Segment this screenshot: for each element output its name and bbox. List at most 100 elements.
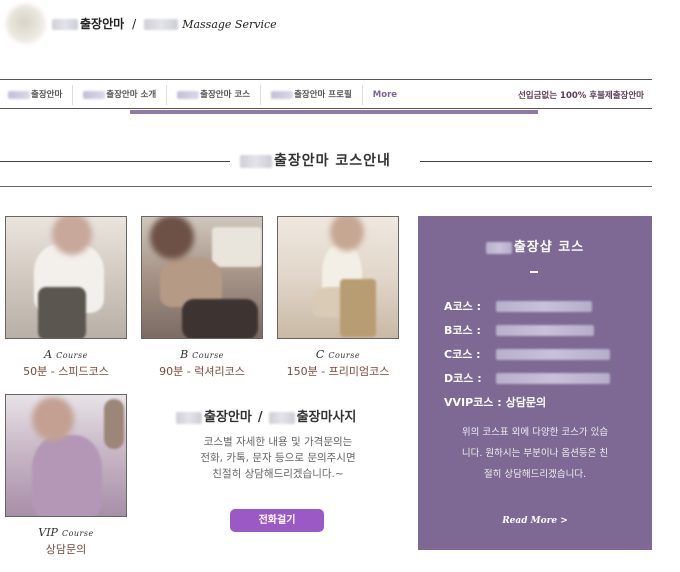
nav-top-divider [0, 79, 652, 80]
brand-title: 출장안마 / Massage Service [52, 15, 277, 32]
panel-row-a: A코스 : [444, 294, 610, 318]
nav-item-more[interactable]: More [363, 85, 407, 105]
course-card-vip[interactable]: VIP Course 상담문의 [5, 394, 127, 557]
panel-row-c: C코스 : [444, 342, 610, 366]
panel-dash [530, 271, 538, 273]
course-name: 150분 - 프리미엄코스 [286, 365, 390, 378]
course-card-b[interactable]: B Course 90분 - 럭셔리코스 [141, 216, 263, 379]
figure-shape [32, 435, 102, 516]
course-name: 상담문의 [45, 543, 87, 556]
course-letter: A [44, 348, 53, 361]
section-divider-bottom [0, 186, 652, 187]
nav-bottom-divider [0, 108, 652, 109]
course-card-c[interactable]: C Course 150분 - 프리미엄코스 [277, 216, 399, 379]
course-c-photo[interactable] [277, 216, 399, 339]
course-letter: C [315, 348, 325, 361]
course-panel: 출장샵 코스 A코스 : B코스 : C코스 : D코스 : VVIP코스 :상… [418, 216, 652, 550]
nav-item-profile[interactable]: 출장안마 프로필 [261, 85, 363, 105]
read-more-link[interactable]: Read More > [418, 516, 652, 526]
blurred-text [83, 90, 106, 99]
course-word: Course [56, 351, 88, 360]
figure-shape [212, 227, 262, 267]
nav-item-label: 출장안마 [31, 90, 63, 100]
figure-shape [104, 399, 124, 449]
course-name: 90분 - 럭셔리코스 [159, 365, 245, 378]
blurred-value [496, 300, 592, 312]
blurred-face [32, 397, 74, 441]
blurred-text [52, 19, 78, 30]
blurred-value [496, 348, 610, 360]
blurred-value [496, 324, 594, 336]
brand-service: Massage Service [182, 18, 277, 31]
nav-item-home[interactable]: 출장안마 [0, 85, 74, 105]
panel-course-list: A코스 : B코스 : C코스 : D코스 : VVIP코스 : 상담문의 [444, 294, 610, 414]
panel-row-label: A코스 : [444, 300, 481, 313]
nav-active-indicator [130, 110, 538, 114]
contact-desc-line: 코스별 자세한 내용 및 가격문의는 [203, 436, 353, 448]
figure-shape [38, 287, 86, 338]
header: 출장안마 / Massage Service [0, 0, 680, 60]
panel-row-value: 상담문의 [505, 396, 547, 409]
blurred-text [177, 90, 200, 99]
course-c-caption: C Course 150분 - 프리미엄코스 [277, 343, 399, 379]
course-letter: VIP [38, 526, 58, 539]
nav-item-label: 출장안마 프로필 [294, 90, 352, 100]
course-a-caption: A Course 50분 - 스피드코스 [5, 343, 127, 379]
panel-row-vvip: VVIP코스 : 상담문의 [444, 390, 610, 414]
main-nav: 출장안마 출장안마 소개 출장안마 코스 출장안마 프로필 More 선입금없는… [0, 83, 652, 107]
panel-note-line: 니다. 원하시는 부분이나 옵션등은 친 [461, 448, 609, 459]
section-title: 출장안마 코스안내 [240, 150, 391, 170]
panel-row-label: B코스 : [444, 324, 481, 337]
nav-item-label: 출장안마 코스 [200, 90, 251, 100]
figure-shape [340, 279, 376, 337]
course-b-caption: B Course 90분 - 럭셔리코스 [141, 343, 263, 379]
contact-title-separator: / [257, 410, 263, 425]
blurred-text [8, 90, 30, 99]
blurred-text [144, 19, 179, 30]
course-name: 50분 - 스피드코스 [23, 365, 109, 378]
panel-note-line: 절히 상담해드리겠습니다. [483, 469, 587, 480]
blurred-text [271, 90, 294, 99]
section-divider-left [0, 161, 230, 162]
figure-shape [182, 299, 258, 338]
blurred-text [240, 154, 272, 168]
panel-note: 위의 코스표 외에 다양한 코스가 있습 니다. 원하시는 부분이나 옵션등은 … [428, 422, 642, 485]
blurred-value [496, 372, 610, 384]
contact-title: 출장안마 / 출장마사지 [176, 406, 356, 425]
panel-row-label: VVIP코스 : [444, 396, 502, 409]
blurred-face [330, 217, 364, 251]
blurred-text [485, 241, 512, 254]
course-b-photo[interactable] [141, 216, 263, 339]
nav-item-label: 출장안마 소개 [106, 90, 157, 100]
section-title-text: 출장안마 코스안내 [274, 153, 391, 169]
brand-separator: / [132, 17, 137, 31]
course-word: Course [328, 351, 361, 360]
logo[interactable] [6, 4, 46, 44]
panel-row-label: D코스 : [444, 372, 482, 385]
panel-title-text: 출장샵 코스 [513, 240, 585, 255]
panel-title: 출장샵 코스 [418, 236, 652, 255]
brand-name: 출장안마 [80, 17, 125, 31]
panel-row-d: D코스 : [444, 366, 610, 390]
blurred-text [176, 411, 202, 424]
section-divider-right [420, 161, 652, 162]
contact-desc-line: 전화, 카톡, 문자 등으로 문의주시면 [200, 452, 356, 464]
nav-item-course[interactable]: 출장안마 코스 [167, 85, 262, 105]
course-card-a[interactable]: A Course 50분 - 스피드코스 [5, 216, 127, 379]
panel-row-b: B코스 : [444, 318, 610, 342]
course-word: Course [61, 529, 94, 538]
contact-title-right: 출장마사지 [296, 410, 357, 425]
contact-description: 코스별 자세한 내용 및 가격문의는 전화, 카톡, 문자 등으로 문의주시면 … [164, 434, 392, 482]
course-vip-photo[interactable] [5, 394, 127, 517]
call-button[interactable]: 전화걸기 [230, 509, 324, 532]
blurred-text [268, 411, 295, 424]
nav-item-intro[interactable]: 출장안마 소개 [73, 85, 168, 105]
contact-desc-line: 친절히 상담해드리겠습니다.~ [212, 468, 344, 480]
course-a-photo[interactable] [5, 216, 127, 339]
nav-tagline: 선입금없는 100% 후불제출장안마 [517, 91, 644, 101]
panel-row-label: C코스 : [444, 348, 481, 361]
contact-title-left: 출장안마 [204, 410, 252, 425]
panel-note-line: 위의 코스표 외에 다양한 코스가 있습 [461, 427, 609, 438]
course-vip-caption: VIP Course 상담문의 [5, 521, 127, 557]
blurred-face [150, 217, 194, 259]
